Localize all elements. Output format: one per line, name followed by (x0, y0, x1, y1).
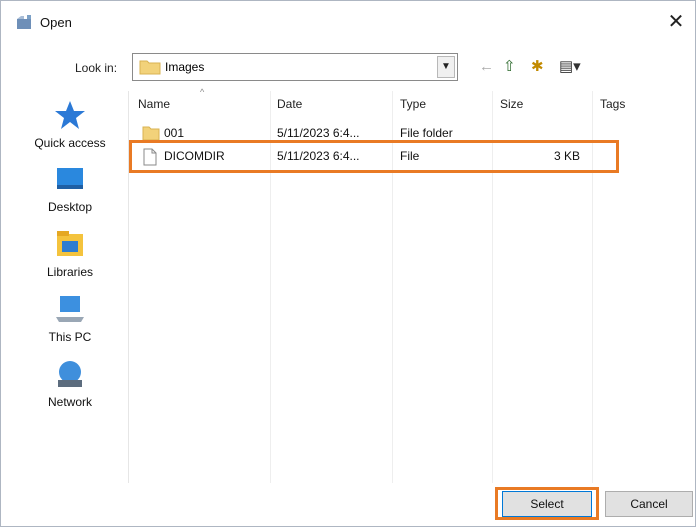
file-size: 3 KB (554, 149, 581, 163)
computer-icon (56, 296, 84, 322)
view-menu-icon[interactable]: ▤▾ (559, 57, 581, 77)
column-header-tags[interactable]: Tags (600, 97, 625, 111)
sort-ascending-icon: ^ (200, 87, 205, 97)
place-label: Libraries (46, 265, 94, 279)
file-name: 001 (164, 126, 185, 140)
folder-icon (139, 60, 161, 75)
file-icon (143, 148, 157, 166)
look-in-label: Look in: (75, 61, 118, 75)
place-label: This PC (48, 330, 92, 344)
new-folder-icon[interactable]: ✱ (531, 57, 544, 77)
network-icon (58, 361, 82, 387)
place-libraries[interactable]: Libraries (12, 228, 128, 279)
place-quick-access[interactable]: Quick access (12, 99, 128, 150)
column-header-type[interactable]: Type (400, 97, 426, 111)
place-desktop[interactable]: Desktop (12, 163, 128, 214)
window-title: Open (40, 15, 72, 30)
column-header-date[interactable]: Date (277, 97, 302, 111)
close-button[interactable]: ✕ (665, 11, 687, 33)
libraries-icon (57, 231, 83, 256)
file-row[interactable]: 001 5/11/2023 6:4... File folder (130, 123, 683, 143)
look-in-value: Images (165, 60, 205, 74)
place-label: Network (47, 395, 92, 409)
desktop-icon (57, 168, 83, 189)
column-header-name[interactable]: Name (138, 97, 170, 111)
star-icon (55, 101, 85, 129)
up-folder-icon[interactable]: ⇧ (503, 57, 516, 77)
places-bar: Quick access Desktop Libraries This PC N… (12, 91, 129, 483)
folder-icon (142, 126, 160, 141)
file-date: 5/11/2023 6:4... (277, 126, 360, 140)
look-in-dropdown[interactable]: Images ▼ (132, 53, 458, 81)
chevron-down-icon[interactable]: ▼ (437, 56, 455, 78)
file-type: File folder (400, 126, 453, 140)
open-folder-icon (17, 15, 31, 29)
place-network[interactable]: Network (12, 358, 128, 409)
place-this-pc[interactable]: This PC (12, 293, 128, 344)
place-label: Desktop (47, 200, 93, 214)
file-type: File (400, 149, 420, 163)
file-list: Name ^ Date Type Size Tags 001 5/11/2023… (130, 87, 683, 483)
column-header-size[interactable]: Size (500, 97, 523, 111)
cancel-button[interactable]: Cancel (605, 491, 693, 517)
place-label: Quick access (34, 136, 106, 150)
open-dialog: Open ✕ Look in: Images ▼ ← ⇧ ✱ ▤▾ Quick … (0, 0, 696, 527)
back-icon[interactable]: ← (479, 57, 494, 77)
file-date: 5/11/2023 6:4... (277, 149, 360, 163)
select-button[interactable]: Select (502, 491, 592, 517)
title-bar: Open ✕ (1, 1, 695, 41)
file-row[interactable]: DICOMDIR 5/11/2023 6:4... File 3 KB (130, 146, 683, 166)
file-name: DICOMDIR (164, 149, 225, 163)
